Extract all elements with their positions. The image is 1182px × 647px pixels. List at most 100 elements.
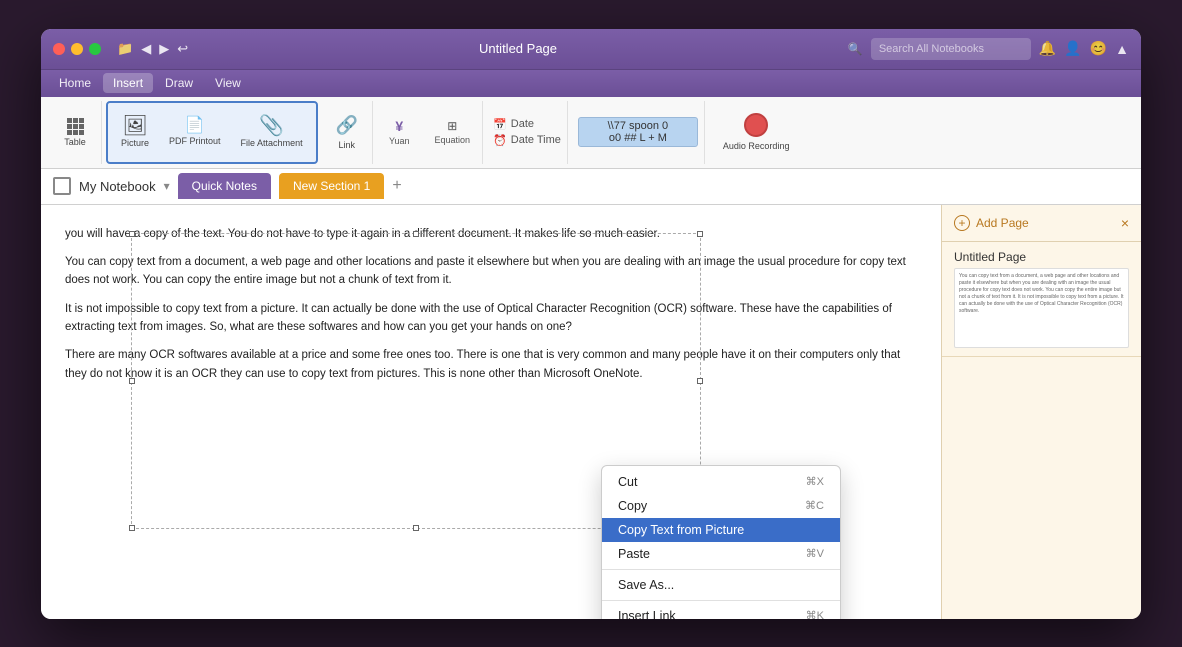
ribbon-group-equation: ¥ Yuan ⊞ Equation	[377, 101, 483, 164]
close-button[interactable]	[53, 43, 65, 55]
copy-shortcut: ⌘C	[805, 499, 824, 512]
picture-button[interactable]: 🖼 Picture	[112, 111, 158, 153]
equation-buttons: ¥ Yuan ⊞ Equation	[383, 116, 476, 148]
context-menu-paste[interactable]: Paste ⌘V	[602, 542, 840, 566]
formula-line1: \\77 spoon 0	[587, 120, 689, 132]
copy-text-label: Copy Text from Picture	[618, 523, 744, 537]
back-icon[interactable]: ◀	[141, 41, 151, 57]
ribbon-group-media: 🖼 Picture 📄 PDF Printout 📎 File Attachme…	[106, 101, 318, 164]
attachment-label: File Attachment	[241, 138, 303, 148]
pdf-printout-button[interactable]: 📄 PDF Printout	[160, 113, 230, 151]
context-menu-save-as[interactable]: Save As...	[602, 573, 840, 597]
formula-box[interactable]: \\77 spoon 0 o0 ## L + M	[578, 117, 698, 147]
media-buttons: 🖼 Picture 📄 PDF Printout 📎 File Attachme…	[112, 111, 312, 153]
add-page-label: Add Page	[976, 216, 1029, 230]
yuan-label: Yuan	[389, 136, 410, 146]
search-icon: 🔍	[848, 42, 863, 56]
link-icon: 🔗	[336, 115, 358, 136]
attachment-icon: 📎	[259, 116, 284, 136]
yuan-button[interactable]: ¥ Yuan	[383, 116, 416, 148]
content-para-2: You can copy text from a document, a web…	[65, 253, 917, 290]
content-para-3: It is not impossible to copy text from a…	[65, 300, 917, 337]
ribbon-group-audio: Audio Recording	[709, 101, 804, 164]
add-section-button[interactable]: +	[392, 178, 401, 194]
content-para-1: you will have a copy of the text. You do…	[65, 225, 917, 243]
table-icon	[67, 118, 84, 135]
account-circle-icon[interactable]: 😊	[1090, 40, 1107, 57]
add-page-button[interactable]: + Add Page ×	[942, 205, 1141, 242]
ribbon-group-datetime: 📅 Date ⏰ Date Time	[487, 101, 568, 164]
account-icon[interactable]: 👤	[1064, 40, 1081, 57]
link-button[interactable]: 🔗 Link	[328, 113, 366, 152]
audio-recording-label: Audio Recording	[723, 141, 790, 151]
selection-handle-bm	[413, 525, 419, 531]
toolbar-icons: 📁 ◀ ▶ ↩	[117, 41, 188, 57]
context-menu-insert-link[interactable]: Insert Link ⌘K	[602, 604, 840, 619]
menu-insert[interactable]: Insert	[103, 73, 153, 93]
paste-shortcut: ⌘V	[806, 547, 824, 560]
page-thumb-title: Untitled Page	[954, 250, 1129, 264]
table-label: Table	[64, 137, 86, 147]
picture-label: Picture	[121, 138, 149, 148]
date-row[interactable]: 📅 Date	[493, 118, 561, 131]
content-para-4: There are many OCR softwares available a…	[65, 346, 917, 383]
title-bar-right: 🔍 🔔 👤 😊 ▲	[848, 38, 1129, 60]
notifications-icon[interactable]: 🔔	[1039, 40, 1056, 57]
collapse-icon[interactable]: ▲	[1115, 41, 1129, 57]
paste-label: Paste	[618, 547, 650, 561]
page-thumbnail[interactable]: Untitled Page You can copy text from a d…	[942, 242, 1141, 357]
maximize-button[interactable]	[89, 43, 101, 55]
equation-button[interactable]: ⊞ Equation	[429, 117, 477, 147]
traffic-lights	[53, 43, 101, 55]
context-menu-copy-text-from-picture[interactable]: Copy Text from Picture	[602, 518, 840, 542]
ribbon-group-formula: \\77 spoon 0 o0 ## L + M	[572, 101, 705, 164]
add-page-icon: +	[954, 215, 970, 231]
cut-label: Cut	[618, 475, 637, 489]
app-window: 📁 ◀ ▶ ↩ Untitled Page 🔍 🔔 👤 😊 ▲ Home Ins…	[41, 29, 1141, 619]
cut-shortcut: ⌘X	[806, 475, 824, 488]
page-thumb-preview: You can copy text from a document, a web…	[954, 268, 1129, 348]
file-attachment-button[interactable]: 📎 File Attachment	[232, 111, 312, 153]
window-title: Untitled Page	[196, 41, 840, 56]
page-panel: + Add Page × Untitled Page You can copy …	[941, 205, 1141, 619]
close-panel-button[interactable]: ×	[1121, 215, 1129, 231]
table-button[interactable]: Table	[55, 113, 95, 152]
insert-link-label: Insert Link	[618, 609, 676, 619]
date-time-row[interactable]: ⏰ Date Time	[493, 134, 561, 147]
section-new-section-1[interactable]: New Section 1	[279, 173, 384, 199]
ribbon: Table 🖼 Picture 📄 PDF Printout 📎 File At…	[41, 97, 1141, 169]
context-menu-cut[interactable]: Cut ⌘X	[602, 470, 840, 494]
context-menu-copy[interactable]: Copy ⌘C	[602, 494, 840, 518]
page-content: you will have a copy of the text. You do…	[65, 225, 917, 384]
pdf-label: PDF Printout	[169, 136, 221, 146]
page-thumb-text: You can copy text from a document, a web…	[959, 273, 1124, 315]
equation-icon: ⊞	[447, 119, 457, 133]
notebook-icon	[53, 177, 71, 195]
undo-icon[interactable]: ↩	[177, 41, 188, 57]
pdf-icon: 📄	[185, 118, 205, 134]
record-icon	[744, 113, 768, 137]
menu-home[interactable]: Home	[49, 73, 101, 93]
notebook-name[interactable]: My Notebook	[79, 179, 156, 194]
context-menu: Cut ⌘X Copy ⌘C Copy Text from Picture Pa…	[601, 465, 841, 619]
folder-icon[interactable]: 📁	[117, 41, 133, 57]
section-quick-notes[interactable]: Quick Notes	[178, 173, 271, 199]
copy-label: Copy	[618, 499, 647, 513]
datetime-icon: ⏰	[493, 134, 507, 147]
save-as-label: Save As...	[618, 578, 674, 592]
insert-link-shortcut: ⌘K	[806, 609, 824, 619]
yuan-icon: ¥	[395, 118, 403, 134]
picture-icon: 🖼	[122, 116, 147, 136]
date-icon: 📅	[493, 118, 507, 131]
menu-bar: Home Insert Draw View	[41, 69, 1141, 97]
notebook-chevron[interactable]: ▾	[164, 179, 170, 193]
notebook-bar: My Notebook ▾ Quick Notes New Section 1 …	[41, 169, 1141, 205]
menu-view[interactable]: View	[205, 73, 251, 93]
audio-recording-button[interactable]: Audio Recording	[715, 109, 798, 155]
forward-icon[interactable]: ▶	[159, 41, 169, 57]
formula-line2: o0 ## L + M	[587, 132, 689, 144]
menu-draw[interactable]: Draw	[155, 73, 203, 93]
ribbon-group-link: 🔗 Link	[322, 101, 373, 164]
search-input[interactable]	[871, 38, 1031, 60]
minimize-button[interactable]	[71, 43, 83, 55]
